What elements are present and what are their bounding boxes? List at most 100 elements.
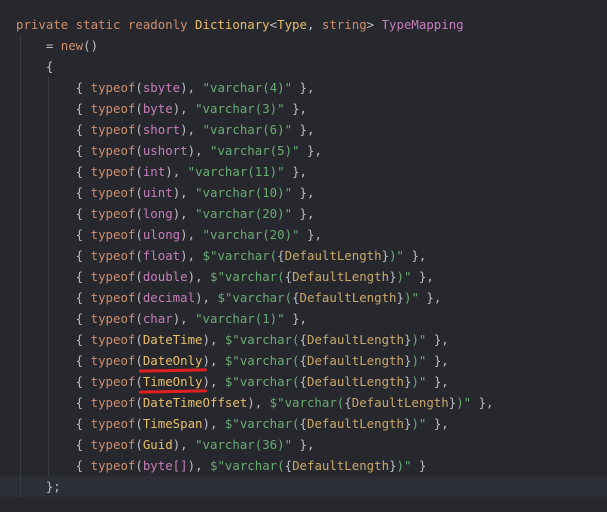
indent-guide bbox=[48, 224, 49, 245]
code-line[interactable]: { typeof(char), "varchar(1)" }, bbox=[0, 308, 607, 329]
code-token: }, bbox=[284, 311, 307, 326]
code-token: }, bbox=[426, 332, 449, 347]
code-line[interactable]: { typeof(sbyte), "varchar(4)" }, bbox=[0, 77, 607, 98]
code-token: "varchar(3)" bbox=[195, 101, 285, 116]
code-token: ), bbox=[247, 395, 270, 410]
code-line[interactable]: { typeof(uint), "varchar(10)" }, bbox=[0, 182, 607, 203]
code-token: Guid bbox=[142, 437, 173, 452]
indent-guide bbox=[20, 476, 21, 497]
code-line[interactable]: private static readonly Dictionary<Type,… bbox=[0, 14, 607, 35]
code-token: DefaultLength bbox=[307, 374, 404, 389]
indent-guide bbox=[48, 329, 49, 350]
code-token: $"varchar( bbox=[224, 416, 300, 431]
code-token: ), bbox=[172, 311, 196, 326]
indent-guide bbox=[20, 35, 21, 56]
code-token: { bbox=[16, 353, 91, 368]
indent-guide bbox=[48, 266, 49, 287]
code-token: DateTimeOffset bbox=[142, 395, 248, 410]
code-token: "varchar(5)" bbox=[210, 143, 300, 158]
code-line[interactable]: { typeof(TimeOnly), $"varchar({DefaultLe… bbox=[0, 371, 607, 392]
code-token: ( bbox=[135, 143, 143, 158]
code-token: , bbox=[306, 17, 322, 32]
code-token: { bbox=[16, 311, 91, 326]
code-token: }, bbox=[299, 143, 322, 158]
code-token: ( bbox=[135, 353, 143, 368]
code-line[interactable]: { typeof(long), "varchar(20)" }, bbox=[0, 203, 607, 224]
indent-guide bbox=[48, 413, 49, 434]
code-token: "varchar(36)" bbox=[195, 437, 293, 452]
code-token: }, bbox=[292, 437, 315, 452]
code-token: { bbox=[277, 248, 285, 263]
indent-guide bbox=[48, 371, 49, 392]
indent-guide bbox=[20, 245, 21, 266]
code-line[interactable]: }; bbox=[0, 476, 607, 497]
code-token: typeof bbox=[90, 122, 136, 137]
code-token: byte[] bbox=[142, 458, 188, 473]
code-token: sbyte bbox=[142, 80, 181, 95]
code-line[interactable]: { typeof(byte[]), $"varchar({DefaultLeng… bbox=[0, 455, 607, 476]
code-token: { bbox=[16, 206, 91, 221]
error-underlined-token: DateOnly bbox=[143, 350, 203, 371]
code-token: int bbox=[142, 164, 166, 179]
code-line[interactable]: { typeof(DateTime), $"varchar({DefaultLe… bbox=[0, 329, 607, 350]
code-token: ( bbox=[135, 395, 143, 410]
code-token: double bbox=[142, 269, 188, 284]
code-line[interactable]: { bbox=[0, 56, 607, 77]
code-token: )" bbox=[456, 395, 472, 410]
indent-guide bbox=[20, 434, 21, 455]
code-token: ( bbox=[135, 101, 143, 116]
indent-guide bbox=[48, 350, 49, 371]
code-token: typeof bbox=[90, 80, 136, 95]
code-token: private static readonly bbox=[16, 17, 196, 32]
code-line[interactable]: { typeof(byte), "varchar(3)" }, bbox=[0, 98, 607, 119]
indent-guide bbox=[20, 329, 21, 350]
code-line[interactable]: { typeof(decimal), $"varchar({DefaultLen… bbox=[0, 287, 607, 308]
code-token: ), bbox=[172, 437, 196, 452]
code-line[interactable]: { typeof(ulong), "varchar(20)" }, bbox=[0, 224, 607, 245]
code-line[interactable]: { typeof(short), "varchar(6)" }, bbox=[0, 119, 607, 140]
code-line[interactable]: { typeof(double), $"varchar({DefaultLeng… bbox=[0, 266, 607, 287]
indent-guide bbox=[48, 203, 49, 224]
error-underlined-token: TimeOnly bbox=[143, 371, 203, 392]
code-editor[interactable]: private static readonly Dictionary<Type,… bbox=[0, 0, 607, 512]
code-token: = bbox=[16, 38, 61, 53]
code-token: DefaultLength bbox=[292, 458, 390, 473]
code-line[interactable]: { typeof(Guid), "varchar(36)" }, bbox=[0, 434, 607, 455]
code-token: DefaultLength bbox=[284, 248, 382, 263]
code-token: { bbox=[16, 416, 91, 431]
code-token: typeof bbox=[90, 353, 136, 368]
code-token: typeof bbox=[90, 143, 136, 158]
code-line[interactable]: = new() bbox=[0, 35, 607, 56]
code-token: ( bbox=[135, 185, 143, 200]
code-line[interactable]: { typeof(TimeSpan), $"varchar({DefaultLe… bbox=[0, 413, 607, 434]
code-token: ushort bbox=[142, 143, 188, 158]
indent-guide bbox=[20, 350, 21, 371]
code-token: ( bbox=[135, 437, 143, 452]
code-token: { bbox=[16, 269, 91, 284]
code-line[interactable]: { typeof(DateOnly), $"varchar({DefaultLe… bbox=[0, 350, 607, 371]
code-token: ), bbox=[202, 332, 225, 347]
code-token: ( bbox=[135, 374, 143, 389]
code-token: { bbox=[299, 374, 307, 389]
code-token: ( bbox=[135, 332, 143, 347]
indent-guide bbox=[20, 140, 21, 161]
code-line[interactable]: { typeof(DateTimeOffset), $"varchar({Def… bbox=[0, 392, 607, 413]
code-token: $"varchar( bbox=[224, 374, 300, 389]
code-line[interactable]: { typeof(float), $"varchar({DefaultLengt… bbox=[0, 245, 607, 266]
code-token: { bbox=[16, 458, 91, 473]
code-token: } bbox=[389, 458, 397, 473]
indent-guide bbox=[48, 161, 49, 182]
code-token: $"varchar( bbox=[217, 290, 293, 305]
code-token: }, bbox=[411, 269, 434, 284]
code-token: $"varchar( bbox=[210, 458, 285, 473]
code-token: }, bbox=[471, 395, 494, 410]
code-line[interactable]: { typeof(ushort), "varchar(5)" }, bbox=[0, 140, 607, 161]
code-token: ), bbox=[172, 185, 196, 200]
code-line[interactable]: { typeof(int), "varchar(11)" }, bbox=[0, 161, 607, 182]
code-token: < bbox=[269, 17, 278, 32]
code-token: long bbox=[142, 206, 173, 221]
code-token: }, bbox=[292, 80, 315, 95]
code-token: Type bbox=[277, 17, 307, 32]
indent-guide bbox=[48, 434, 49, 455]
indent-guide bbox=[20, 371, 21, 392]
